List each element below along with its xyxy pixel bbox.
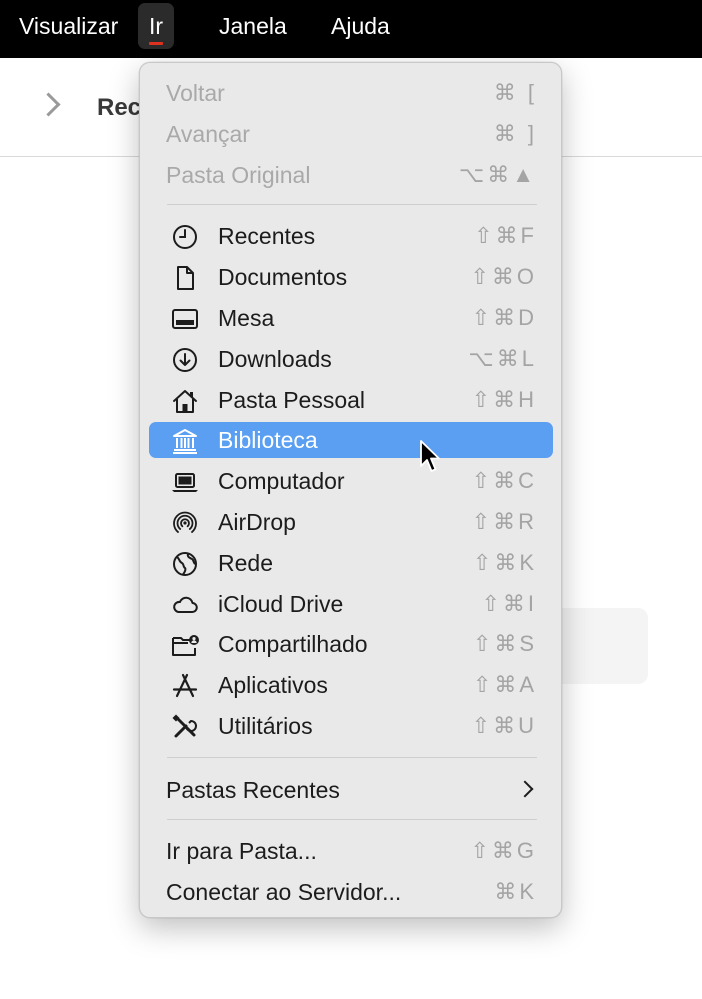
menu-item-shortcut: ⌥⌘▲ [458, 162, 537, 187]
menu-item-recentes[interactable]: Recentes ⇧⌘F [149, 218, 553, 254]
menu-item-shortcut: ⇧⌘S [472, 631, 537, 656]
menu-item-label: Avançar [166, 121, 250, 147]
home-icon [171, 387, 199, 415]
mouse-cursor-icon [420, 440, 442, 474]
menu-item-voltar: Voltar ⌘ [ [149, 75, 553, 111]
menu-item-shortcut: ⌘ ] [493, 121, 537, 146]
menu-item-shortcut: ⌘K [494, 879, 537, 904]
menu-item-shortcut: ⇧⌘R [471, 509, 537, 534]
menu-item-compartilhado[interactable]: Compartilhado ⇧⌘S [149, 626, 553, 662]
menu-item-mesa[interactable]: Mesa ⇧⌘D [149, 300, 553, 336]
back-chevron-icon[interactable] [36, 92, 61, 117]
menu-item-rede[interactable]: Rede ⇧⌘K [149, 545, 553, 581]
menu-item-label: Conectar ao Servidor... [166, 879, 402, 905]
menu-item-shortcut: ⇧⌘K [472, 550, 537, 575]
menu-item-label: Rede [218, 550, 273, 576]
menu-item-label: Downloads [218, 346, 332, 372]
menu-item-shortcut: ⇧⌘G [470, 838, 537, 863]
menu-item-label: Aplicativos [218, 672, 328, 698]
menu-item-shortcut: ⇧⌘U [471, 713, 537, 738]
menu-item-aplicativos[interactable]: Aplicativos ⇧⌘A [149, 667, 553, 703]
menu-item-label: Pastas Recentes [166, 777, 340, 803]
menu-item-label: Pasta Pessoal [218, 387, 366, 413]
menu-item-pasta-pessoal[interactable]: Pasta Pessoal ⇧⌘H [149, 382, 553, 418]
shared-folder-icon [171, 631, 199, 659]
globe-icon [171, 550, 199, 578]
menu-item-shortcut: ⇧⌘C [471, 468, 537, 493]
menu-item-shortcut: ⌥⌘L [468, 346, 537, 371]
menu-item-label: Computador [218, 468, 345, 494]
utilities-icon [171, 713, 199, 741]
window-title: Rec [97, 94, 142, 121]
chevron-right-icon [516, 780, 534, 798]
menu-item-icloud-drive[interactable]: iCloud Drive ⇧⌘I [149, 586, 553, 622]
menu-item-label: Pasta Original [166, 162, 311, 188]
clock-icon [171, 223, 199, 251]
menu-item-conectar-ao-servidor[interactable]: Conectar ao Servidor... ⌘K [149, 874, 553, 910]
menu-item-shortcut: ⇧⌘A [472, 672, 537, 697]
menu-separator [167, 204, 537, 205]
menu-item-pastas-recentes[interactable]: Pastas Recentes [149, 772, 553, 808]
cloud-icon [171, 591, 199, 619]
applications-icon [171, 672, 199, 700]
menu-ir-label: Ir [149, 13, 164, 39]
menu-item-shortcut: ⌘ [ [493, 80, 537, 105]
go-menu-dropdown: Voltar ⌘ [ Avançar ⌘ ] Pasta Original ⌥⌘… [139, 62, 562, 918]
menu-item-airdrop[interactable]: AirDrop ⇧⌘R [149, 504, 553, 540]
menu-item-downloads[interactable]: Downloads ⌥⌘L [149, 341, 553, 377]
menu-ajuda[interactable]: Ajuda [320, 3, 401, 49]
menu-item-shortcut: ⇧⌘H [471, 387, 537, 412]
menu-item-label: iCloud Drive [218, 591, 344, 617]
menu-item-label: Utilitários [218, 713, 313, 739]
menu-item-shortcut: ⇧⌘D [471, 305, 537, 330]
menu-item-pasta-original: Pasta Original ⌥⌘▲ [149, 157, 553, 193]
menu-janela[interactable]: Janela [208, 3, 298, 49]
active-menu-underline [149, 42, 164, 45]
menu-item-label: Voltar [166, 80, 225, 106]
menu-item-label: Mesa [218, 305, 275, 331]
menu-item-shortcut: ⇧⌘O [470, 264, 537, 289]
menu-item-shortcut: ⇧⌘I [481, 591, 537, 616]
download-icon [171, 346, 199, 374]
menu-item-ir-para-pasta[interactable]: Ir para Pasta... ⇧⌘G [149, 833, 553, 869]
laptop-icon [171, 468, 199, 496]
menu-item-shortcut: ⇧⌘F [474, 223, 537, 248]
menu-item-avancar: Avançar ⌘ ] [149, 116, 553, 152]
menu-separator [167, 819, 537, 820]
menu-ir[interactable]: Ir [138, 3, 175, 49]
menu-item-label: Biblioteca [218, 427, 318, 453]
document-icon [171, 264, 199, 292]
menu-item-computador[interactable]: Computador ⇧⌘C [149, 463, 553, 499]
menu-separator [167, 757, 537, 758]
desktop-icon [171, 305, 199, 333]
menu-item-label: Ir para Pasta... [166, 838, 317, 864]
menu-item-label: Recentes [218, 223, 316, 249]
menu-item-label: Compartilhado [218, 631, 368, 657]
menu-item-documentos[interactable]: Documentos ⇧⌘O [149, 259, 553, 295]
airdrop-icon [171, 509, 199, 537]
menu-item-label: Documentos [218, 264, 348, 290]
menu-bar: Visualizar Ir Janela Ajuda [0, 0, 702, 58]
menu-item-utilitarios[interactable]: Utilitários ⇧⌘U [149, 708, 553, 744]
menu-visualizar[interactable]: Visualizar [8, 3, 129, 49]
library-icon [171, 427, 199, 455]
menu-item-biblioteca[interactable]: Biblioteca [149, 422, 553, 458]
menu-item-label: AirDrop [218, 509, 296, 535]
